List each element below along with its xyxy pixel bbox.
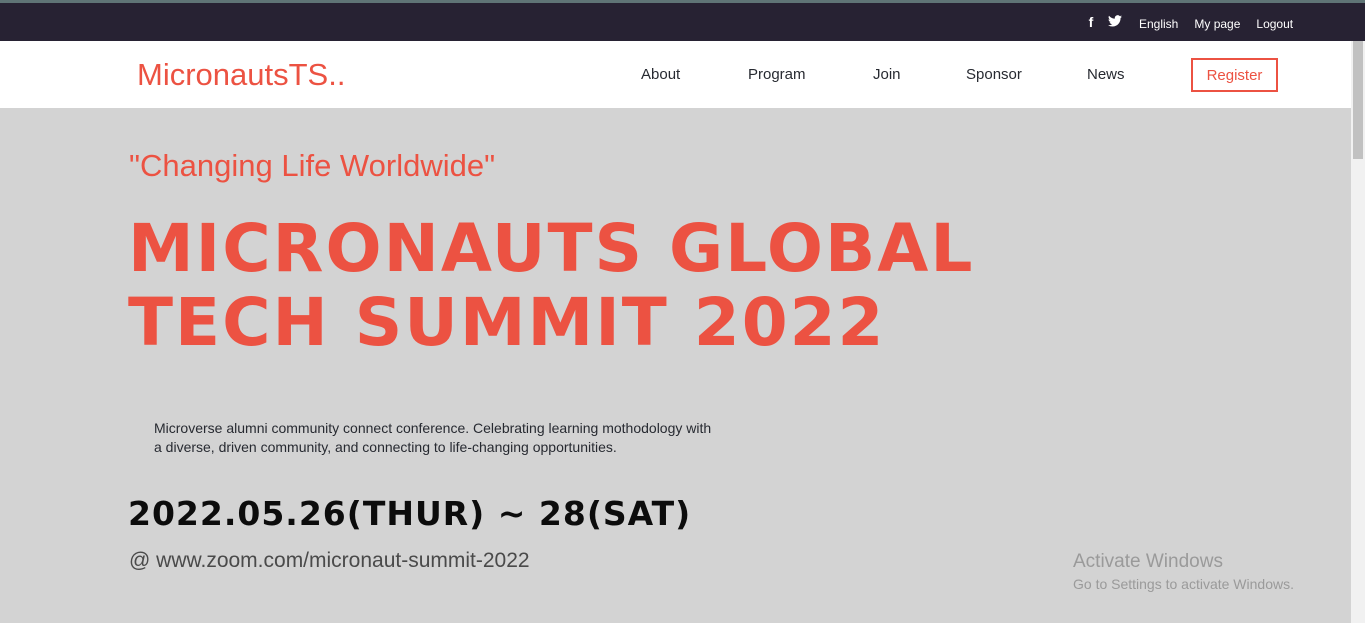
nav-item-about[interactable]: About xyxy=(641,66,680,84)
logout-link[interactable]: Logout xyxy=(1256,17,1293,31)
event-date: 2022.05.26(THUR) ~ 28(SAT) xyxy=(128,494,692,533)
hero-title-line-1: MICRONAUTS GLOBAL xyxy=(128,210,975,287)
nav-item-join[interactable]: Join xyxy=(873,66,901,84)
nav-item-sponsor[interactable]: Sponsor xyxy=(966,66,1022,84)
twitter-icon[interactable] xyxy=(1108,14,1122,30)
page-scrollbar[interactable] xyxy=(1351,41,1365,623)
hero-section: "Changing Life Worldwide" MICRONAUTS GLO… xyxy=(0,108,1351,623)
event-venue: @ www.zoom.com/micronaut-summit-2022 xyxy=(129,549,530,572)
hero-title: MICRONAUTS GLOBAL TECH SUMMIT 2022 xyxy=(128,210,975,361)
hero-title-line-2: TECH SUMMIT 2022 xyxy=(128,284,886,361)
top-bar: f English My page Logout xyxy=(0,3,1365,41)
facebook-icon[interactable]: f xyxy=(1084,14,1098,30)
scrollbar-thumb[interactable] xyxy=(1353,41,1363,159)
activate-windows-watermark: Activate Windows Go to Settings to activ… xyxy=(1073,551,1294,593)
top-links: English My page Logout xyxy=(1139,17,1293,31)
main-navbar: MicronautsTS.. About Program Join Sponso… xyxy=(0,41,1351,108)
brand-logo[interactable]: MicronautsTS.. xyxy=(137,57,345,93)
watermark-title: Activate Windows xyxy=(1073,551,1223,572)
watermark-subtitle: Go to Settings to activate Windows. xyxy=(1073,576,1294,592)
hero-tagline: "Changing Life Worldwide" xyxy=(129,148,496,183)
my-page-link[interactable]: My page xyxy=(1194,17,1240,31)
nav-item-program[interactable]: Program xyxy=(748,66,806,84)
hero-description: Microverse alumni community connect conf… xyxy=(154,420,712,455)
language-link[interactable]: English xyxy=(1139,17,1178,31)
social-links: f xyxy=(1084,14,1122,30)
register-button[interactable]: Register xyxy=(1191,58,1278,92)
nav-item-news[interactable]: News xyxy=(1087,66,1125,84)
